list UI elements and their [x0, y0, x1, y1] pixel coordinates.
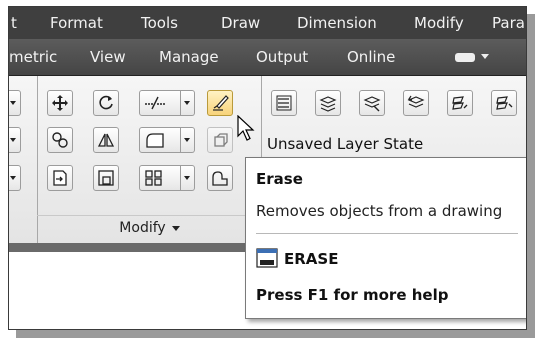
layer-unisolate-button[interactable] [403, 90, 429, 116]
dropdown-arrow[interactable] [9, 165, 21, 191]
tab-view[interactable]: View [90, 48, 126, 66]
dropdown-arrow[interactable] [9, 127, 21, 153]
mirror-icon [97, 133, 115, 147]
tooltip-command: ERASE [284, 250, 339, 268]
chevron-down-icon[interactable] [481, 54, 489, 59]
layer-state-dropdown[interactable]: Unsaved Layer State [267, 135, 423, 153]
command-line-icon [256, 248, 278, 268]
panel-divider [37, 76, 38, 243]
explode-icon [214, 133, 228, 147]
copy-button[interactable] [47, 127, 73, 153]
mirror-button[interactable] [93, 127, 119, 153]
panel-title-label: Modify [119, 220, 166, 236]
tooltip-title: Erase [256, 170, 303, 188]
tab-output[interactable]: Output [256, 48, 308, 66]
layer-match-icon [452, 96, 468, 110]
eraser-icon [213, 95, 229, 111]
menu-bar: t Format Tools Draw Dimension Modify Par… [9, 7, 526, 39]
scale-button[interactable] [93, 165, 119, 191]
array-icon [145, 170, 162, 186]
menu-item-partial[interactable]: t [11, 14, 17, 32]
array-dropdown[interactable] [181, 165, 195, 191]
tab-online[interactable]: Online [347, 48, 395, 66]
layer-stack-icon [319, 96, 337, 112]
array-button[interactable] [139, 165, 181, 191]
fillet-dropdown[interactable] [181, 127, 195, 153]
trim-icon [145, 96, 165, 110]
offset-button[interactable] [207, 165, 233, 191]
layer-properties-button[interactable] [271, 90, 297, 116]
tooltip-description: Removes objects from a drawing [256, 202, 503, 220]
menu-format[interactable]: Format [50, 14, 103, 32]
layer-properties-icon [276, 95, 292, 111]
layer-isolate-icon [363, 96, 381, 112]
stretch-icon [53, 170, 67, 186]
trim-dropdown[interactable] [181, 90, 195, 116]
menu-draw[interactable]: Draw [221, 14, 260, 32]
ribbon-tab-bar: metric View Manage Output Online [9, 39, 526, 76]
rotate-icon [99, 95, 113, 110]
move-button[interactable] [47, 90, 73, 116]
menu-modify[interactable]: Modify [414, 14, 464, 32]
menu-tools[interactable]: Tools [141, 14, 178, 32]
app-window: t Format Tools Draw Dimension Modify Par… [8, 6, 527, 330]
layer-isolate-button[interactable] [359, 90, 385, 116]
fillet-button[interactable] [139, 127, 181, 153]
fillet-icon [146, 133, 164, 148]
layer-match-button[interactable] [447, 90, 473, 116]
ribbon-toggle-icon[interactable] [455, 53, 475, 62]
tab-manage[interactable]: Manage [159, 48, 219, 66]
explode-button[interactable] [207, 127, 233, 153]
menu-dimension[interactable]: Dimension [297, 14, 377, 32]
menu-parametric[interactable]: Para [492, 14, 525, 32]
tab-parametric[interactable]: metric [9, 48, 57, 66]
panel-title-divider [37, 215, 262, 216]
mouse-cursor-icon [237, 115, 255, 141]
modify-panel-title[interactable]: Modify [37, 220, 262, 240]
layer-unisolate-icon [407, 95, 425, 108]
rotate-button[interactable] [93, 90, 119, 116]
tooltip-help: Press F1 for more help [256, 286, 449, 304]
erase-tooltip: Erase Removes objects from a drawing ERA… [245, 157, 526, 319]
erase-button[interactable] [207, 90, 233, 116]
layer-state-button[interactable] [315, 90, 341, 116]
trim-button[interactable] [139, 90, 181, 116]
move-icon [52, 95, 68, 111]
tooltip-divider [256, 233, 518, 234]
offset-icon [212, 171, 228, 186]
layer-previous-icon [496, 96, 513, 110]
chevron-down-icon [171, 225, 180, 231]
dropdown-arrow[interactable] [9, 90, 21, 116]
layer-previous-button[interactable] [491, 90, 517, 116]
stretch-button[interactable] [47, 165, 73, 191]
scale-icon [98, 170, 114, 186]
copy-icon [52, 132, 68, 148]
